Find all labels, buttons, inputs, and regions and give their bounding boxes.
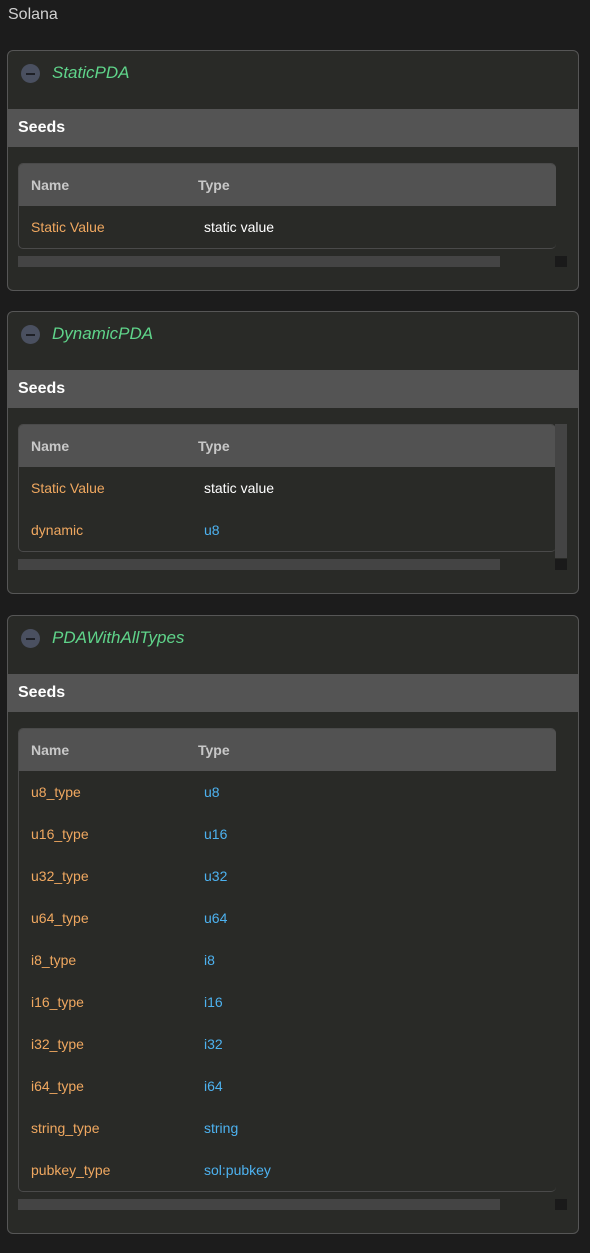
app-title: Solana <box>8 6 58 24</box>
pda-card: DynamicPDASeedsNameTypeStatic Valuestati… <box>7 311 579 594</box>
seed-name: u8_type <box>19 784 198 800</box>
collapse-icon[interactable] <box>21 325 40 344</box>
seeds-heading: Seeds <box>8 674 578 712</box>
seed-type: static value <box>198 480 556 496</box>
column-header-name: Name <box>19 742 198 758</box>
table-row: dynamicu8 <box>19 509 556 551</box>
pda-title: PDAWithAllTypes <box>52 628 184 648</box>
seed-name: i64_type <box>19 1078 198 1094</box>
column-header-name: Name <box>19 438 198 454</box>
vertical-scrollbar[interactable] <box>555 424 567 558</box>
horizontal-scrollbar[interactable] <box>18 256 500 267</box>
table-row: u8_typeu8 <box>19 771 556 813</box>
table-row: u16_typeu16 <box>19 813 556 855</box>
collapse-icon[interactable] <box>21 64 40 83</box>
scrollbar-corner <box>555 559 567 570</box>
horizontal-scrollbar[interactable] <box>18 559 500 570</box>
card-padding <box>8 1210 578 1233</box>
table-row: i16_typei16 <box>19 981 556 1023</box>
pda-card-header: StaticPDA <box>8 51 578 109</box>
seed-type: u8 <box>198 784 556 800</box>
table-row: u64_typeu64 <box>19 897 556 939</box>
seed-name: u64_type <box>19 910 198 926</box>
seed-name: pubkey_type <box>19 1162 198 1178</box>
pda-card-header: PDAWithAllTypes <box>8 616 578 674</box>
pda-title: StaticPDA <box>52 63 129 83</box>
pda-card: StaticPDASeedsNameTypeStatic Valuestatic… <box>7 50 579 291</box>
seed-type: i64 <box>198 1078 556 1094</box>
seed-name: Static Value <box>19 480 198 496</box>
seed-name: u32_type <box>19 868 198 884</box>
scrollbar-corner <box>555 256 567 267</box>
table-row: i32_typei32 <box>19 1023 556 1065</box>
card-padding <box>8 570 578 593</box>
seed-name: string_type <box>19 1120 198 1136</box>
seed-type: sol:pubkey <box>198 1162 556 1178</box>
pda-title: DynamicPDA <box>52 324 153 344</box>
seed-name: u16_type <box>19 826 198 842</box>
column-header-name: Name <box>19 177 198 193</box>
table-row: i8_typei8 <box>19 939 556 981</box>
table-row: i64_typei64 <box>19 1065 556 1107</box>
seed-type: u16 <box>198 826 556 842</box>
seeds-heading: Seeds <box>8 109 578 147</box>
seed-type: i16 <box>198 994 556 1010</box>
table-row: Static Valuestatic value <box>19 206 556 248</box>
table-header: NameType <box>19 164 556 206</box>
seed-type: u32 <box>198 868 556 884</box>
scrollbar-corner <box>555 1199 567 1210</box>
table-header: NameType <box>19 425 556 467</box>
table-header: NameType <box>19 729 556 771</box>
pda-card-header: DynamicPDA <box>8 312 578 370</box>
seeds-table: NameTypeStatic Valuestatic value <box>18 163 556 249</box>
seed-name: i32_type <box>19 1036 198 1052</box>
column-header-type: Type <box>198 177 556 193</box>
seed-type: i8 <box>198 952 556 968</box>
column-header-type: Type <box>198 438 556 454</box>
seeds-table-container: NameTypeStatic Valuestatic valuedynamicu… <box>18 424 568 570</box>
table-row: string_typestring <box>19 1107 556 1149</box>
seed-type: string <box>198 1120 556 1136</box>
seed-name: i16_type <box>19 994 198 1010</box>
seeds-heading: Seeds <box>8 370 578 408</box>
seed-type: u64 <box>198 910 556 926</box>
table-row: u32_typeu32 <box>19 855 556 897</box>
card-padding <box>8 267 578 290</box>
seeds-table: NameTypeu8_typeu8u16_typeu16u32_typeu32u… <box>18 728 556 1192</box>
column-header-type: Type <box>198 742 556 758</box>
seeds-table-container: NameTypeu8_typeu8u16_typeu16u32_typeu32u… <box>18 728 568 1210</box>
horizontal-scrollbar[interactable] <box>18 1199 500 1210</box>
seed-type: i32 <box>198 1036 556 1052</box>
seed-name: i8_type <box>19 952 198 968</box>
seed-name: dynamic <box>19 522 198 538</box>
table-row: Static Valuestatic value <box>19 467 556 509</box>
collapse-icon[interactable] <box>21 629 40 648</box>
table-row: pubkey_typesol:pubkey <box>19 1149 556 1191</box>
seed-name: Static Value <box>19 219 198 235</box>
seeds-table-container: NameTypeStatic Valuestatic value <box>18 163 568 267</box>
pda-card: PDAWithAllTypesSeedsNameTypeu8_typeu8u16… <box>7 615 579 1234</box>
seed-type: u8 <box>198 522 556 538</box>
seed-type: static value <box>198 219 556 235</box>
seeds-table: NameTypeStatic Valuestatic valuedynamicu… <box>18 424 556 552</box>
